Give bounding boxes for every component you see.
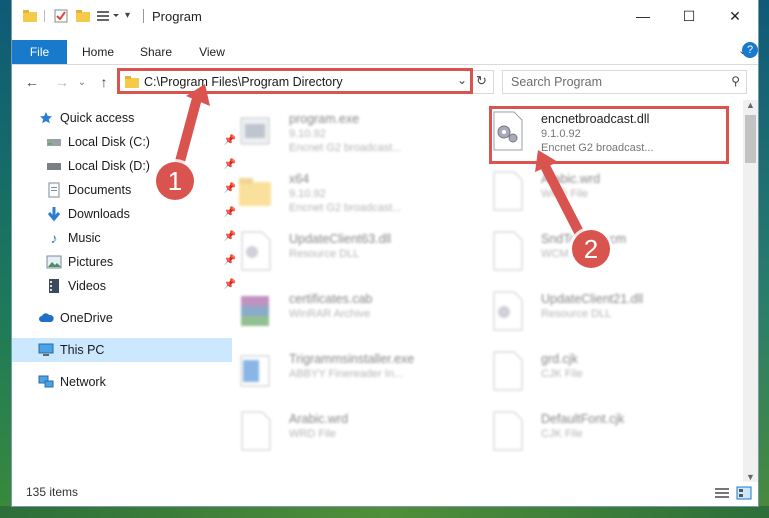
step-badge-2: 2 xyxy=(572,230,610,268)
annotation-arrows xyxy=(170,84,588,245)
step-badge-1: 1 xyxy=(156,162,194,200)
